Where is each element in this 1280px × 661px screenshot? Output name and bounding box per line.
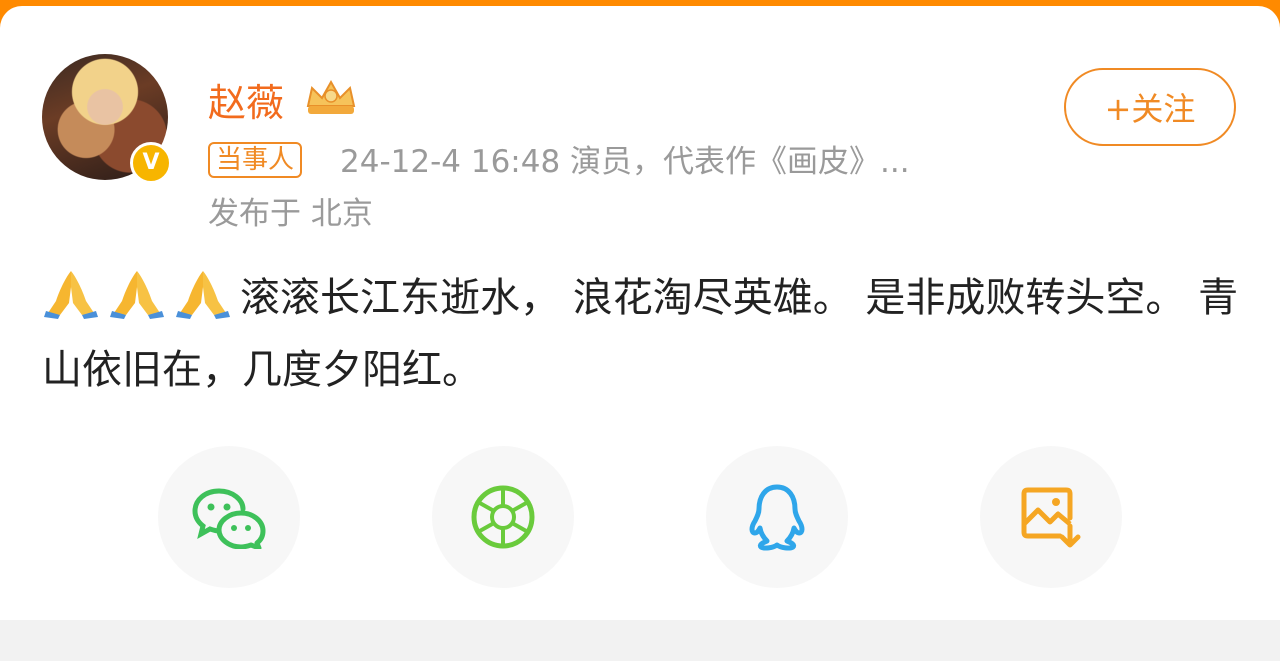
save-image-icon	[1021, 487, 1081, 548]
post-location: 发布于 北京	[208, 196, 373, 232]
post-body: 滚滚长江东逝水， 浪花淘尽英雄。 是非成败转头空。 青山依旧在，几度夕阳红。	[42, 262, 1242, 406]
post-meta: 24-12-4 16:48 演员，代表作《画皮》...	[340, 144, 910, 180]
share-bar	[0, 446, 1280, 590]
share-wechat-button[interactable]	[158, 446, 300, 588]
follow-button[interactable]: +关注	[1064, 68, 1236, 146]
role-tag: 当事人	[208, 142, 303, 178]
share-qq-button[interactable]	[706, 446, 848, 588]
author-name[interactable]: 赵薇	[208, 72, 284, 127]
verified-badge-icon: V	[130, 142, 172, 184]
qq-icon	[749, 484, 805, 551]
pray-emoji-icon	[42, 267, 100, 319]
wechat-icon	[192, 488, 266, 549]
pray-emoji-icon	[174, 267, 232, 319]
share-save-image-button[interactable]	[980, 446, 1122, 588]
post-card: V 赵薇 当事人 24-12-4 16:48 演员，代表作《画皮》... 发布于…	[0, 6, 1280, 620]
share-moments-button[interactable]	[432, 446, 574, 588]
avatar[interactable]: V	[42, 54, 172, 184]
bottom-bar	[0, 620, 1280, 661]
crown-badge-icon	[306, 79, 356, 114]
pray-emoji-icon	[108, 267, 166, 319]
moments-icon	[471, 485, 535, 549]
